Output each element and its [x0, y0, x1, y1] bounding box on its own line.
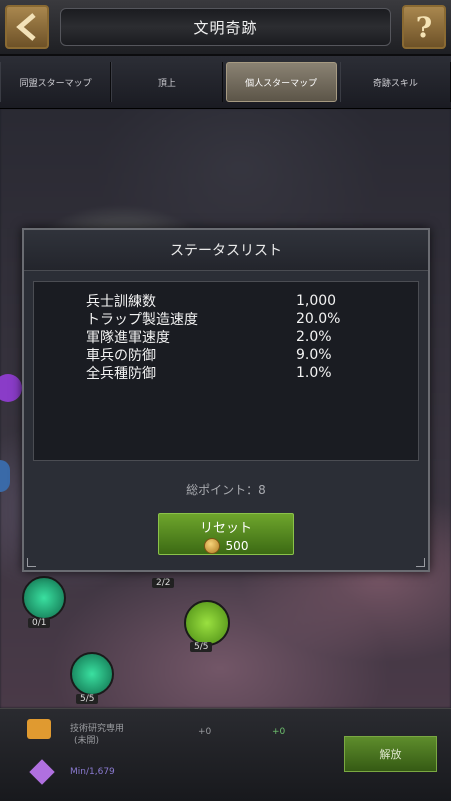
help-icon: ?: [415, 10, 433, 44]
stat-value: 1,000: [296, 293, 337, 309]
stat-name: 兵士訓練数: [86, 294, 156, 310]
dialog-title: ステータスリスト: [24, 230, 428, 271]
blue-node[interactable]: [0, 460, 10, 492]
corner-ornament: [416, 558, 425, 567]
resource-value: Min/1,679: [70, 767, 115, 777]
stat-row: 兵士訓練数 1,000: [34, 292, 418, 310]
green-node[interactable]: [184, 600, 230, 646]
stat-value: 9.0%: [296, 347, 332, 363]
corner-ornament: [27, 558, 36, 567]
count-b: +0: [272, 727, 286, 737]
reset-cost: 500: [159, 538, 293, 554]
stat-value: 2.0%: [296, 329, 332, 345]
node-label: 2/2: [152, 578, 175, 588]
teal-node-1[interactable]: [22, 576, 66, 620]
back-button[interactable]: [5, 5, 49, 49]
stat-row: トラップ製造速度 20.0%: [34, 310, 418, 328]
stat-row: 軍隊進軍速度 2.0%: [34, 328, 418, 346]
stat-value: 20.0%: [296, 311, 341, 327]
stat-name: 車兵の防御: [86, 348, 156, 364]
tab-personal-starmap[interactable]: 個人スターマップ: [225, 62, 337, 102]
unlock-button[interactable]: 解放: [344, 736, 437, 772]
reset-button[interactable]: リセット 500: [158, 513, 294, 555]
stat-value: 1.0%: [296, 365, 332, 381]
tab-summit[interactable]: 頂上: [111, 62, 223, 102]
snail-coin-icon: [203, 538, 220, 554]
reset-label: リセット: [199, 521, 252, 536]
status-list-dialog: ステータスリスト 兵士訓練数 1,000 トラップ製造速度 20.0% 軍隊進軍…: [22, 228, 430, 572]
stat-name: 軍隊進軍速度: [86, 330, 170, 346]
item-status: (未開): [74, 736, 100, 746]
node-label: 5/5: [76, 694, 99, 704]
help-button[interactable]: ?: [402, 5, 446, 49]
stat-row: 車兵の防御 9.0%: [34, 346, 418, 364]
top-bar: 文明奇跡 ?: [0, 0, 451, 56]
page-title: 文明奇跡: [60, 8, 391, 46]
stat-name: 全兵種防御: [86, 366, 156, 382]
reset-cost-value: 500: [225, 539, 249, 553]
back-arrow-icon: [16, 13, 36, 41]
stat-row: 全兵種防御 1.0%: [34, 364, 418, 382]
item-icon: [27, 719, 51, 739]
count-a: +0: [198, 727, 212, 737]
gem-icon: [29, 759, 55, 785]
teal-node-2[interactable]: [70, 652, 114, 696]
total-points: 総ポイント：8: [186, 483, 266, 497]
tab-bar: 同盟スターマップ 頂上 個人スターマップ 奇跡スキル: [0, 56, 451, 109]
bottom-panel: 技術研究専用 (未開) +0 +0 Min/1,679 解放: [0, 708, 451, 801]
tab-alliance-starmap[interactable]: 同盟スターマップ: [0, 62, 112, 102]
stats-list: 兵士訓練数 1,000 トラップ製造速度 20.0% 軍隊進軍速度 2.0% 車…: [33, 281, 419, 461]
stat-name: トラップ製造速度: [86, 312, 198, 328]
node-label: 5/5: [190, 642, 213, 652]
tab-wonder-skills[interactable]: 奇跡スキル: [339, 62, 451, 102]
node-label: 0/1: [28, 618, 51, 628]
